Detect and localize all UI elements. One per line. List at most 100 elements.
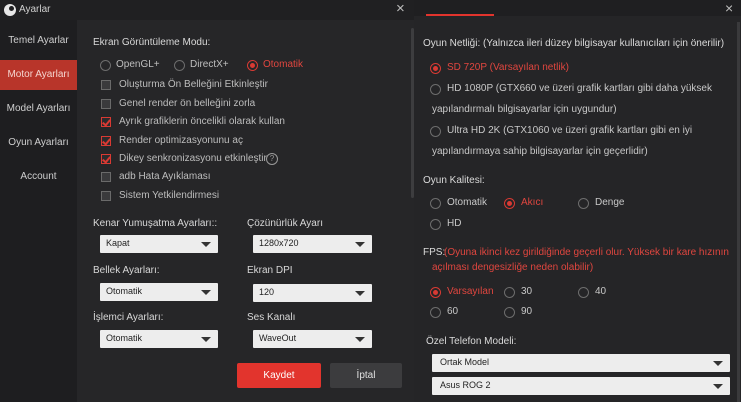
radio-sd-720p[interactable]	[430, 63, 441, 74]
phone-model-dropdown[interactable]: Asus ROG 2	[432, 377, 730, 395]
radio-fps-90[interactable]	[504, 307, 515, 318]
dropdown-value: Asus ROG 2	[440, 380, 491, 390]
network-heading: Oyun Netliği: (Yalnızca ileri düzey bilg…	[423, 38, 725, 49]
model-type-dropdown[interactable]: Ortak Model	[432, 354, 730, 372]
dropdown-value: Kapat	[106, 238, 130, 248]
phone-model-heading: Özel Telefon Modeli:	[426, 336, 517, 347]
resolution-label: Çözünürlük Ayarı	[247, 218, 323, 229]
checkbox-adb-debug[interactable]	[101, 172, 111, 182]
dropdown-value: 120	[259, 287, 275, 297]
cpu-dropdown[interactable]: Otomatik	[100, 330, 218, 348]
radio-label: HD	[447, 218, 462, 229]
radio-label: 90	[521, 306, 533, 317]
chevron-down-icon	[201, 242, 211, 247]
close-icon[interactable]: ×	[396, 1, 405, 17]
memory-label: Bellek Ayarları:	[93, 265, 160, 276]
resolution-dropdown[interactable]: 1280x720	[253, 235, 372, 253]
dpi-dropdown[interactable]: 120	[253, 284, 372, 302]
radio-label-2k-cont: yapılandırmaya sahip bilgisayarlar için …	[432, 146, 648, 157]
radio-label: Akıcı	[521, 197, 544, 208]
dpi-label: Ekran DPI	[247, 265, 293, 276]
cancel-button[interactable]: İptal	[330, 363, 402, 388]
radio-ultra-hd-2k[interactable]	[430, 126, 441, 137]
chevron-down-icon	[713, 384, 723, 389]
sidebar-item-game-settings[interactable]: Oyun Ayarları	[0, 128, 77, 158]
sidebar-item-engine-settings[interactable]: Motor Ayarları	[0, 60, 77, 90]
radio-fps-default[interactable]	[430, 287, 441, 298]
radio-label: Denge	[595, 197, 625, 208]
fps-note-cont: açılması dengesizliğe neden olabilir)	[432, 262, 594, 273]
chevron-down-icon	[201, 290, 211, 295]
sidebar-item-account[interactable]: Account	[0, 162, 77, 192]
audio-dropdown[interactable]: WaveOut	[253, 330, 372, 348]
radio-directx[interactable]	[174, 60, 185, 71]
radio-label-sd: SD 720P (Varsayılan netlik)	[447, 62, 569, 73]
checkbox-label: Dikey senkronizasyonu etkinleştir	[119, 153, 267, 164]
fps-heading: FPS:	[423, 247, 446, 258]
checkbox-label: Oluşturma Ön Belleğini Etkinleştir	[119, 79, 268, 90]
help-icon[interactable]: ?	[266, 153, 278, 165]
dropdown-value: Otomatik	[106, 333, 143, 343]
close-icon[interactable]: ×	[725, 0, 733, 16]
sidebar-item-basic-settings[interactable]: Temel Ayarlar	[0, 26, 77, 56]
dropdown-value: Otomatik	[106, 286, 143, 296]
radio-hd-1080p[interactable]	[430, 84, 441, 95]
checkbox-render-optimization[interactable]	[101, 136, 111, 146]
radio-quality-balance[interactable]	[578, 198, 589, 209]
window-title: Ayarlar	[19, 4, 51, 15]
radio-label: 30	[521, 286, 533, 297]
save-button[interactable]: Kaydet	[237, 363, 321, 388]
checkbox-label: Genel render ön belleğini zorla	[119, 98, 256, 109]
antialias-dropdown[interactable]: Kapat	[100, 235, 218, 253]
dropdown-value: WaveOut	[259, 333, 297, 343]
radio-quality-auto[interactable]	[430, 198, 441, 209]
radio-fps-60[interactable]	[430, 307, 441, 318]
chevron-down-icon	[355, 242, 365, 247]
audio-label: Ses Kanalı	[247, 312, 296, 323]
settings-sidebar: Temel Ayarlar Motor Ayarları Model Ayarl…	[0, 20, 77, 402]
radio-label-hd-cont: yapılandırmalı bilgisayarlar için uygund…	[432, 104, 617, 115]
radio-opengl[interactable]	[100, 60, 111, 71]
top-bar: ×	[414, 0, 741, 16]
checkbox-force-render-cache[interactable]	[101, 99, 111, 109]
radio-label-opengl: OpenGL+	[116, 59, 160, 70]
checkbox-label: Sistem Yetkilendirmesi	[119, 190, 220, 201]
fps-note: (Oyuna ikinci kez girildiğinde geçerli o…	[444, 247, 729, 258]
cpu-label: İşlemci Ayarları:	[93, 312, 164, 323]
radio-label: Otomatik	[447, 197, 488, 208]
checkbox-label: Ayrık grafiklerin öncelikli olarak kulla…	[119, 116, 285, 127]
title-bar: Ayarlar ×	[0, 0, 414, 20]
radio-label: 60	[447, 306, 459, 317]
chevron-down-icon	[355, 337, 365, 342]
checkbox-label: adb Hata Ayıklaması	[119, 171, 211, 182]
quality-heading: Oyun Kalitesi:	[423, 175, 485, 186]
dropdown-value: 1280x720	[259, 238, 299, 248]
radio-label-directx: DirectX+	[190, 59, 229, 70]
checkbox-label: Render optimizasyonunu aç	[119, 135, 243, 146]
radio-quality-hd[interactable]	[430, 219, 441, 230]
active-tab-indicator[interactable]	[426, 14, 494, 16]
radio-label-2k: Ultra HD 2K (GTX1060 ve üzeri grafik kar…	[447, 125, 693, 136]
chevron-down-icon	[201, 337, 211, 342]
radio-label: 40	[595, 286, 607, 297]
display-mode-heading: Ekran Görüntüleme Modu:	[93, 37, 211, 48]
dropdown-value: Ortak Model	[440, 357, 490, 367]
checkbox-render-cache[interactable]	[101, 80, 111, 90]
chevron-down-icon	[713, 361, 723, 366]
radio-label: Varsayılan	[447, 286, 494, 297]
checkbox-discrete-gpu[interactable]	[101, 117, 111, 127]
memory-dropdown[interactable]: Otomatik	[100, 283, 218, 301]
chevron-down-icon	[355, 291, 365, 296]
app-logo-icon	[4, 4, 16, 16]
checkbox-system-auth[interactable]	[101, 191, 111, 201]
sidebar-item-model-settings[interactable]: Model Ayarları	[0, 94, 77, 124]
radio-label-auto: Otomatik	[263, 59, 304, 70]
scrollbar[interactable]	[737, 22, 740, 402]
checkbox-vsync[interactable]	[101, 154, 111, 164]
radio-quality-smooth[interactable]	[504, 198, 515, 209]
radio-fps-30[interactable]	[504, 287, 515, 298]
radio-auto[interactable]	[247, 60, 258, 71]
radio-label-hd: HD 1080P (GTX660 ve üzeri grafik kartlar…	[447, 83, 712, 94]
antialias-label: Kenar Yumuşatma Ayarları::	[93, 218, 218, 229]
radio-fps-40[interactable]	[578, 287, 589, 298]
